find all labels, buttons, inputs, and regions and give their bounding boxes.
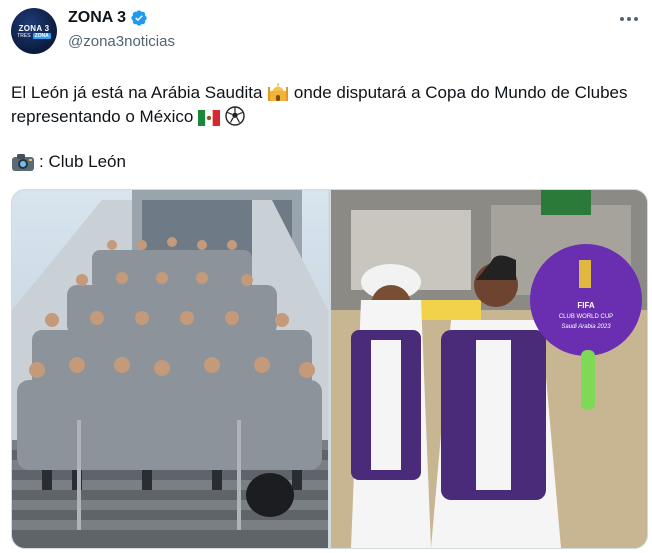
more-horizontal-icon (620, 17, 638, 21)
photo-credit: : Club León (11, 150, 126, 174)
team-photo[interactable] (12, 190, 328, 548)
more-options-button[interactable] (616, 8, 642, 30)
avatar-logo-subtext: TRES ZONA (17, 32, 51, 39)
mosque-emoji (268, 83, 289, 101)
sign-text-fifa: FIFA (577, 301, 595, 310)
media-grid[interactable]: FIFA CLUB WORLD CUP Saudi Arabia 2023 (11, 189, 648, 549)
welcome-staff-photo[interactable]: FIFA CLUB WORLD CUP Saudi Arabia 2023 (331, 190, 647, 548)
display-name[interactable]: ZONA 3 (68, 9, 126, 27)
camera-emoji (12, 154, 34, 171)
post-text: El León já está na Arábia Saudita onde d… (11, 81, 641, 129)
verified-badge-icon (131, 10, 147, 26)
sign-text-host: Saudi Arabia 2023 (561, 324, 611, 330)
account-handle[interactable]: @zona3noticias (68, 33, 175, 50)
sign-text-cwc: CLUB WORLD CUP (559, 314, 613, 320)
avatar-logo-text: ZONA 3 (18, 23, 50, 33)
mexico-flag-emoji (198, 110, 221, 126)
photo-credit-text: : Club León (39, 152, 126, 171)
author-name-row[interactable]: ZONA 3 (68, 9, 148, 27)
soccer-ball-emoji (225, 106, 245, 126)
post-text-part1: El León já está na Arábia Saudita (11, 83, 263, 102)
avatar[interactable]: ZONA 3 TRES ZONA (11, 8, 57, 54)
